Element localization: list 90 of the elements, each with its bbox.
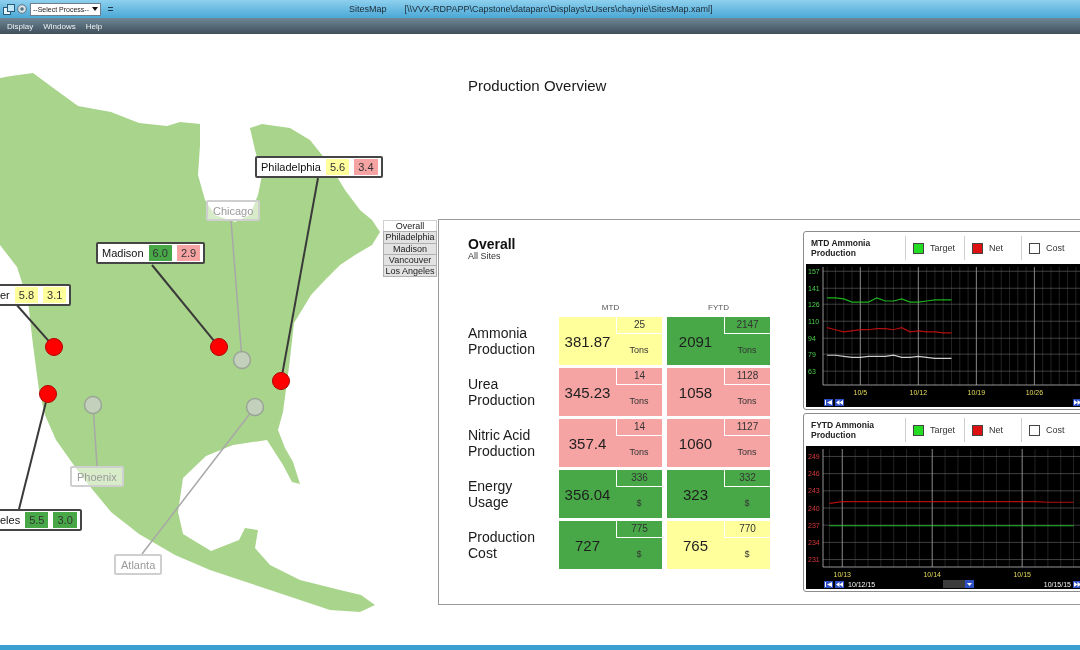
file-path: [\\VVX-RDPAPP\Capstone\dataparc\Displays\zUsers\chaynie\SitesMap.xaml] xyxy=(404,4,713,14)
kpi-unit: Tons xyxy=(629,395,649,406)
leader-line xyxy=(92,412,98,467)
legend-label: Net xyxy=(989,425,1004,435)
metric-label: Ammonia Production xyxy=(468,325,536,357)
scroll-back-button[interactable] xyxy=(835,580,844,588)
kpi-unit: Tons xyxy=(737,395,757,406)
site-value: 5.8 xyxy=(14,287,39,303)
scroll-forward-button[interactable] xyxy=(1073,398,1080,406)
legend-label: Cost xyxy=(1046,425,1065,435)
kpi-target: 770 xyxy=(724,521,770,538)
kpi-unit: $ xyxy=(744,548,750,559)
scroll-start-button[interactable] xyxy=(824,580,833,588)
kpi-target: 336 xyxy=(616,470,662,487)
kpi-value: 356.04 xyxy=(564,485,611,503)
bar-arrow-left-icon xyxy=(825,399,832,405)
site-value: 5.6 xyxy=(325,159,350,175)
kpi-value: 1060 xyxy=(678,434,713,452)
caret-icon xyxy=(965,580,974,588)
kpi-unit: Tons xyxy=(737,446,757,457)
metric-label: Production Cost xyxy=(468,529,536,561)
double-arrow-right-icon xyxy=(1074,399,1080,405)
kpi-target: 775 xyxy=(616,521,662,538)
site-value: 2.9 xyxy=(176,245,201,261)
menu-item[interactable]: Windows xyxy=(43,21,76,31)
chart-title: MTD Ammonia Production xyxy=(810,238,872,258)
kpi-unit: $ xyxy=(744,497,750,508)
kpi-value: 323 xyxy=(683,485,708,503)
chart-title: FYTD Ammonia Production xyxy=(810,420,875,440)
site-name: Philadelphia xyxy=(261,161,321,173)
bar-arrow-left-icon xyxy=(825,581,832,587)
page-title: Production Overview xyxy=(468,78,607,94)
site-tab[interactable]: Los Angeles xyxy=(383,265,437,278)
column-header: MTD xyxy=(601,302,620,314)
scroll-back-button[interactable] xyxy=(835,398,844,406)
metric-label: Urea Production xyxy=(468,376,536,408)
kpi-value: 345.23 xyxy=(564,383,611,401)
column-header: FYTD xyxy=(708,302,729,314)
site-value: 6.0 xyxy=(148,245,172,261)
double-arrow-left-icon xyxy=(836,399,843,405)
circle-icon[interactable] xyxy=(17,4,27,14)
range-dropdown[interactable] xyxy=(943,580,974,588)
site-name: er xyxy=(0,289,10,301)
kpi-unit: Tons xyxy=(629,344,649,355)
legend-label: Target xyxy=(930,243,955,253)
kpi-unit: $ xyxy=(636,497,642,508)
site-value: 3.1 xyxy=(43,287,67,303)
kpi-target: 2147 xyxy=(724,317,770,334)
kpi-unit: $ xyxy=(636,548,642,559)
kpi-target: 14 xyxy=(616,419,662,436)
site-tab[interactable]: Overall xyxy=(383,220,437,233)
kpi-target: 25 xyxy=(616,317,662,334)
site-name: Phoenix xyxy=(77,470,117,483)
double-line-icon[interactable] xyxy=(108,7,113,11)
kpi-target: 14 xyxy=(616,368,662,385)
legend-label: Cost xyxy=(1046,243,1065,253)
kpi-value: 2091 xyxy=(678,332,713,350)
site-name: Atlanta xyxy=(121,558,156,571)
scroll-forward-button[interactable] xyxy=(1073,580,1080,588)
double-arrow-left-icon xyxy=(836,581,843,587)
kpi-value: 727 xyxy=(575,536,600,554)
scroll-start-button[interactable] xyxy=(824,398,833,406)
kpi-unit: Tons xyxy=(629,446,649,457)
site-value: 3.4 xyxy=(354,159,378,175)
caret-icon xyxy=(92,7,98,11)
legend-label: Net xyxy=(989,243,1004,253)
kpi-target: 1127 xyxy=(724,419,770,436)
overlapping-squares-icon[interactable] xyxy=(3,3,15,15)
menu-item[interactable]: Help xyxy=(85,21,103,31)
site-value: 5.5 xyxy=(25,512,49,528)
kpi-target: 332 xyxy=(724,470,770,487)
panel-subtitle: All Sites xyxy=(468,251,501,261)
kpi-value: 1058 xyxy=(678,383,713,401)
window-title: SitesMap xyxy=(349,4,387,14)
kpi-target: 1128 xyxy=(724,368,770,385)
double-arrow-right-icon xyxy=(1074,581,1080,587)
metric-label: Energy Usage xyxy=(468,478,514,510)
kpi-value: 765 xyxy=(683,536,708,554)
kpi-unit: Tons xyxy=(737,344,757,355)
menu-item[interactable]: Display xyxy=(7,21,34,31)
metric-label: Nitric Acid Production xyxy=(468,427,536,459)
site-tab[interactable]: Philadelphia xyxy=(383,231,437,244)
legend-label: Target xyxy=(930,425,955,435)
kpi-value: 381.87 xyxy=(564,332,611,350)
site-value: 3.0 xyxy=(53,512,77,528)
site-name: Madison xyxy=(102,247,144,259)
site-name: Chicago xyxy=(213,204,254,217)
site-name: eles xyxy=(0,514,21,526)
kpi-value: 357.4 xyxy=(568,434,607,452)
panel-title: Overall xyxy=(468,237,516,251)
